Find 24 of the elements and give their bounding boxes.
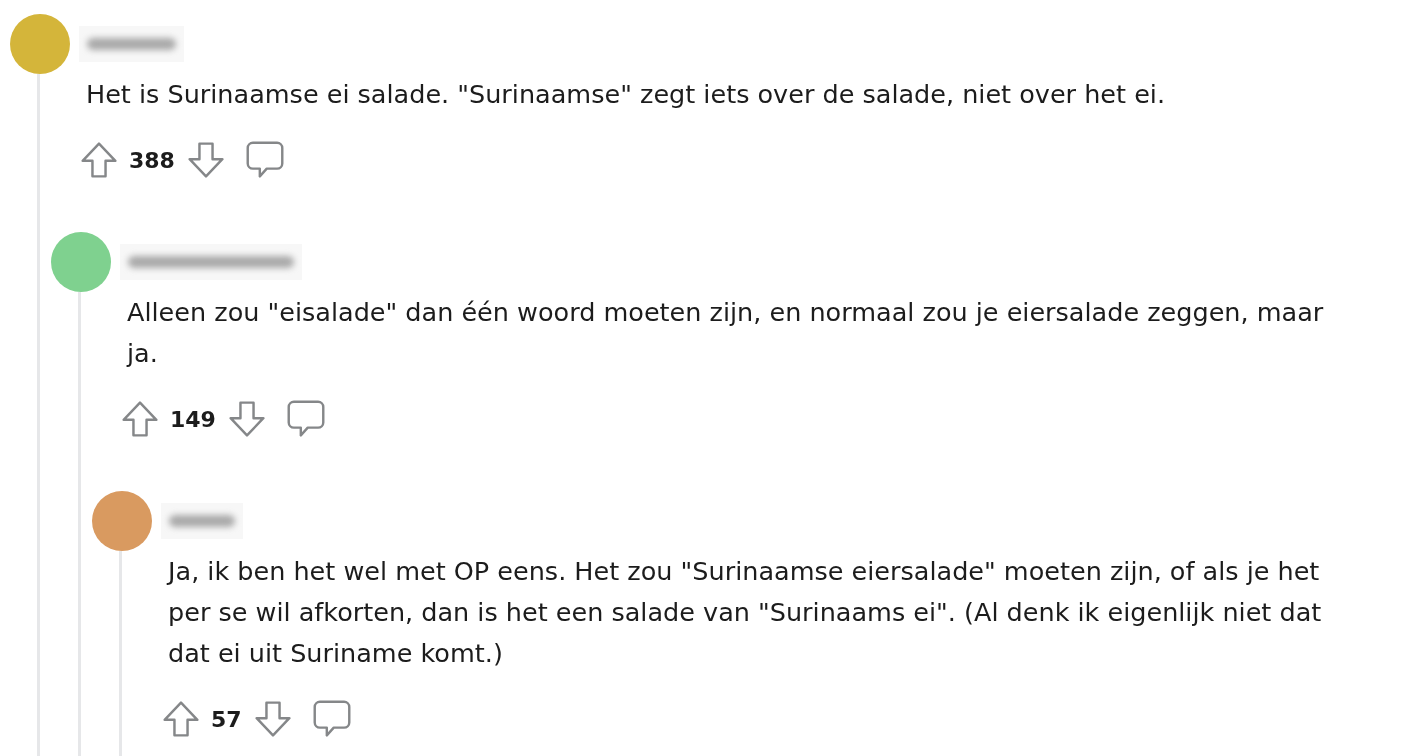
speech-bubble-icon [245, 141, 284, 179]
speech-bubble-icon [312, 700, 351, 738]
downvote-button[interactable] [228, 401, 265, 437]
comment-button[interactable] [286, 400, 325, 438]
up-arrow-icon [81, 142, 117, 178]
down-arrow-icon [228, 401, 265, 437]
comment-text: Alleen zou "eisalade" dan één woord moeten zijn, en normaal zou je eiersalade zeggen, maar ja. [127, 296, 1325, 370]
comment-text: Het is Surinaamse ei salade. "Surinaamse" zegt iets over de salade, niet over het ei. [86, 78, 1167, 111]
downvote-button[interactable] [187, 142, 224, 178]
downvote-button[interactable] [254, 701, 291, 737]
vote-count: 388 [129, 146, 175, 175]
up-arrow-icon [163, 701, 199, 737]
vote-count: 149 [170, 405, 216, 434]
down-arrow-icon [254, 701, 291, 737]
up-arrow-icon [122, 401, 158, 437]
upvote-button[interactable] [81, 142, 117, 178]
speech-bubble-icon [286, 400, 325, 438]
down-arrow-icon [187, 142, 224, 178]
comment-text: Ja, ik ben het wel met OP eens. Het zou "Surinaamse eiersalade" moeten zijn, of als je het per se wil afkorten, dan is het een salade van "Surinaams ei". (Al denk ik eigenlijk niet dat dat ei uit Suriname komt.) [168, 555, 1323, 670]
comment-button[interactable] [245, 141, 284, 179]
vote-count: 57 [211, 705, 242, 734]
upvote-button[interactable] [122, 401, 158, 437]
comment-button[interactable] [312, 700, 351, 738]
upvote-button[interactable] [163, 701, 199, 737]
